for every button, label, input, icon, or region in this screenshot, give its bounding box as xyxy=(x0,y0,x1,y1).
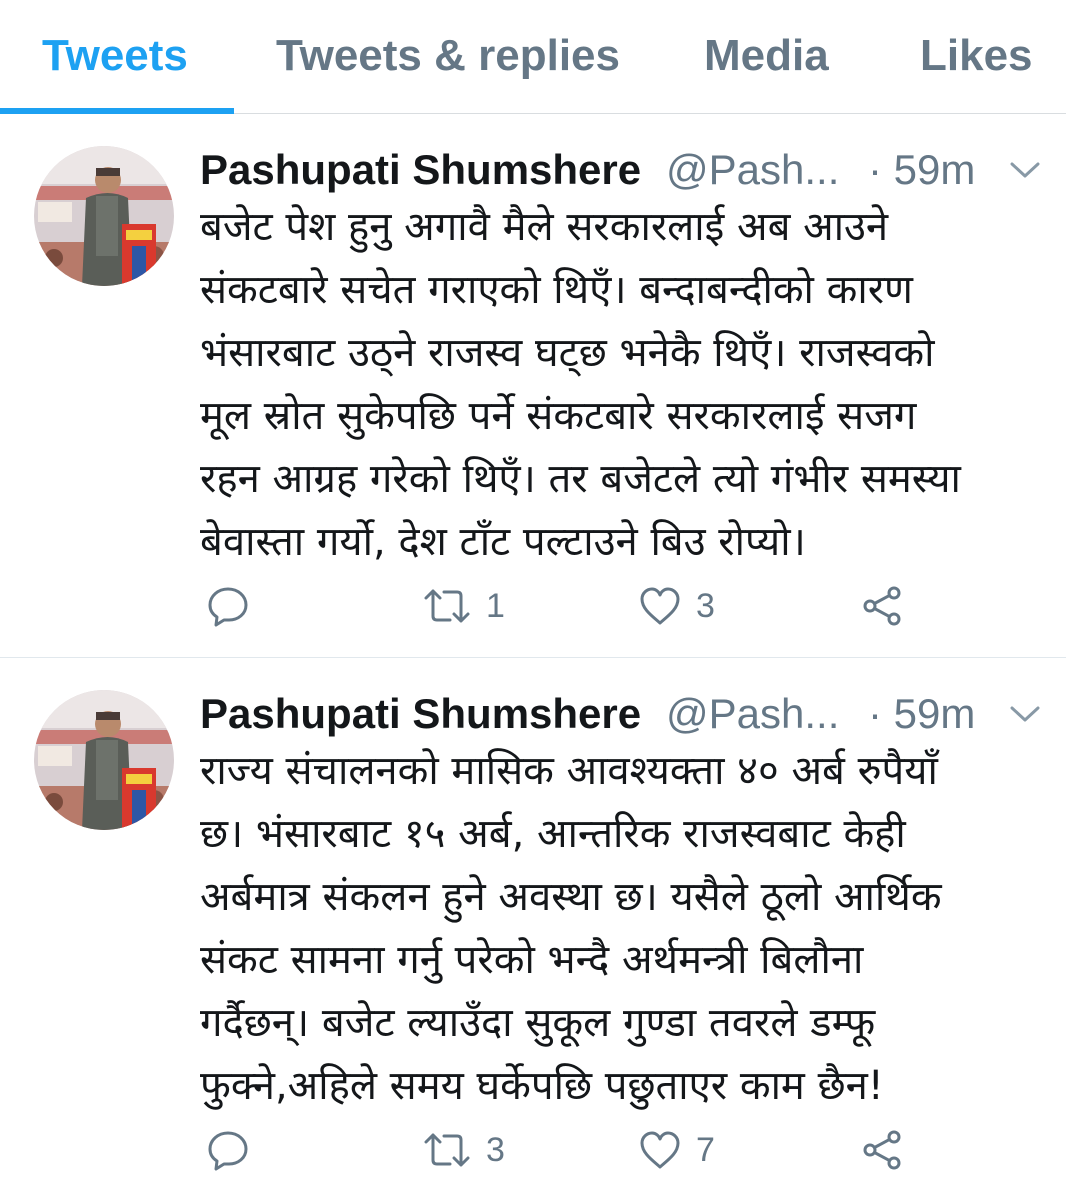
avatar[interactable] xyxy=(34,146,174,286)
retweet-icon xyxy=(422,1128,472,1172)
chevron-down-icon[interactable] xyxy=(1008,702,1042,726)
tweet-text-line: संकटबारे सचेत गराएको थिएँ। बन्दाबन्दीको … xyxy=(200,267,913,313)
tab-likes[interactable]: Likes xyxy=(920,28,1033,84)
share-button[interactable] xyxy=(860,576,904,636)
tweet-text-line: बेवास्ता गर्यो, देश टाँट पल्टाउने बिउ रो… xyxy=(200,519,806,565)
share-button[interactable] xyxy=(860,1120,904,1180)
reply-icon xyxy=(206,1128,250,1172)
share-icon xyxy=(860,1128,904,1172)
tweet-text: राज्य संचालनको मासिक आवश्यक्ता ४० अर्ब र… xyxy=(200,740,1056,1118)
retweet-count: 3 xyxy=(486,1130,505,1169)
profile-tab-bar: Tweets Tweets & replies Media Likes xyxy=(0,0,1066,114)
like-button[interactable]: 7 xyxy=(638,1120,715,1180)
retweet-count: 1 xyxy=(486,586,505,625)
author-name[interactable]: Pashupati Shumshere xyxy=(200,686,641,742)
tweet-header: Pashupati Shumshere @Pash... · 59m xyxy=(200,142,1050,198)
tweet-text-line: बजेट पेश हुनु अगावै मैले सरकारलाई अब आउन… xyxy=(200,204,889,250)
tweet-timestamp[interactable]: · 59m xyxy=(868,686,975,742)
tab-media[interactable]: Media xyxy=(704,28,829,84)
tweet-text-line: छ। भंसारबाट १५ अर्ब, आन्तरिक राजस्वबाट क… xyxy=(200,811,906,857)
reply-button[interactable] xyxy=(206,1120,250,1180)
tweet-actions: 1 3 xyxy=(200,576,920,636)
author-handle[interactable]: @Pash... xyxy=(666,686,839,742)
tweet[interactable]: Pashupati Shumshere @Pash... · 59m राज्य… xyxy=(0,658,1066,1199)
tweet-text-line: राज्य संचालनको मासिक आवश्यक्ता ४० अर्ब र… xyxy=(200,748,938,794)
chevron-down-icon[interactable] xyxy=(1008,158,1042,182)
like-count: 7 xyxy=(696,1130,715,1169)
heart-icon xyxy=(638,584,682,628)
author-name[interactable]: Pashupati Shumshere xyxy=(200,142,641,198)
tweet-text-line: रहन आग्रह गरेको थिएँ। तर बजेटले त्यो गंभ… xyxy=(200,456,961,502)
tweet-text-line: अर्बमात्र संकलन हुने अवस्था छ। यसैले ठूल… xyxy=(200,874,942,920)
like-count: 3 xyxy=(696,586,715,625)
tab-tweets[interactable]: Tweets xyxy=(42,28,188,84)
tweet-text-line: फुक्ने,अहिले समय घर्केपछि पछुताएर काम छै… xyxy=(200,1063,884,1109)
author-handle[interactable]: @Pash... xyxy=(666,142,839,198)
retweet-button[interactable]: 1 xyxy=(422,576,505,636)
tweet-actions: 3 7 xyxy=(200,1120,920,1180)
tweet-text-line: भंसारबाट उठ्ने राजस्व घट्छ भनेकै थिएँ। र… xyxy=(200,330,935,376)
like-button[interactable]: 3 xyxy=(638,576,715,636)
tweet[interactable]: Pashupati Shumshere @Pash... · 59m बजेट … xyxy=(0,114,1066,658)
retweet-button[interactable]: 3 xyxy=(422,1120,505,1180)
share-icon xyxy=(860,584,904,628)
reply-button[interactable] xyxy=(206,576,250,636)
reply-icon xyxy=(206,584,250,628)
avatar[interactable] xyxy=(34,690,174,830)
tweet-header: Pashupati Shumshere @Pash... · 59m xyxy=(200,686,1050,742)
tweet-timestamp[interactable]: · 59m xyxy=(868,142,975,198)
tweet-text-line: मूल स्रोत सुकेपछि पर्ने संकटबारे सरकारला… xyxy=(200,393,917,439)
tweet-text-line: संकट सामना गर्नु परेको भन्दै अर्थमन्त्री… xyxy=(200,937,864,983)
tweet-text-line: गर्दैछन्। बजेट ल्याउँदा सुकूल गुण्डा तवर… xyxy=(200,1000,876,1046)
retweet-icon xyxy=(422,584,472,628)
tab-tweets-and-replies[interactable]: Tweets & replies xyxy=(276,28,620,84)
heart-icon xyxy=(638,1128,682,1172)
tweet-text: बजेट पेश हुनु अगावै मैले सरकारलाई अब आउन… xyxy=(200,196,1056,574)
